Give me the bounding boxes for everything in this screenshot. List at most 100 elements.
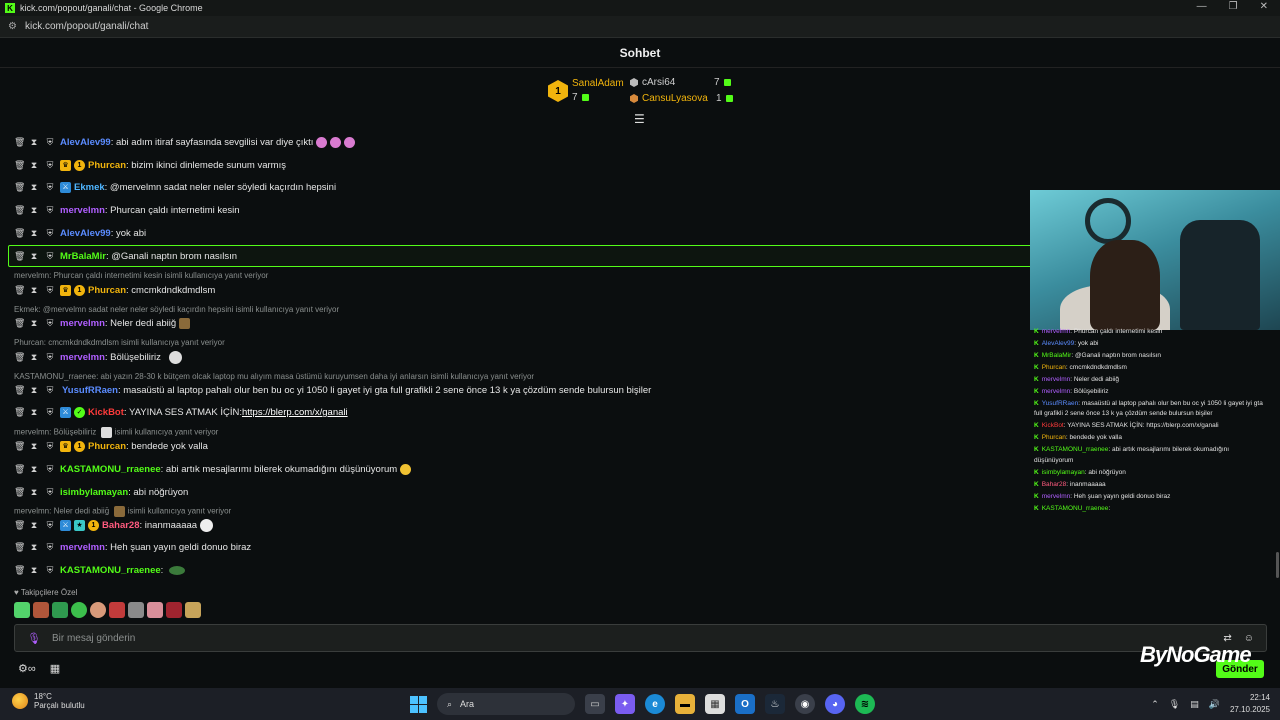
emote-icon[interactable] <box>52 602 68 618</box>
chat-message[interactable]: 🗑 ⧗ ⛨ ♛ 1 Phurcan : cmcmkdndkdmdlsm <box>14 285 215 296</box>
reply-context[interactable]: Ekmek: @mervelmn sadat neler neler söyle… <box>14 305 339 314</box>
task-view-icon[interactable]: ▭ <box>585 694 605 714</box>
weather-widget[interactable]: 18°C Parçalı bulutlu <box>12 692 85 710</box>
username[interactable]: Phurcan <box>88 441 126 452</box>
leader-second-name[interactable]: cArsi64 <box>642 77 675 88</box>
username[interactable]: AlevAlev99 <box>60 228 111 239</box>
emote-icon[interactable] <box>109 602 125 618</box>
chat-message-bot[interactable]: 🗑 ⧗ ⛨ ⚔ ✓ KickBot : YAYINA SES ATMAK İÇİN: … <box>14 407 348 418</box>
minimize-button[interactable]: — <box>1197 1 1207 12</box>
volume-icon[interactable]: 🔊 <box>1209 699 1220 710</box>
spotify-icon[interactable]: ≋ <box>855 694 875 714</box>
reply-context[interactable]: mervelmn: Bölüşebiliriz isimli kullanıcı… <box>14 427 218 438</box>
emote-icon[interactable] <box>147 602 163 618</box>
leader-first[interactable]: SanalAdam <box>572 78 624 89</box>
chat-message-highlighted[interactable]: 🗑 ⧗ ⛨ MrBalaMir : @Ganali naptın brom nası… <box>14 251 237 262</box>
outlook-icon[interactable]: O <box>735 694 755 714</box>
chat-message[interactable]: 🗑 ⧗ ⛨ YusufRRaen : masaüstü al laptop paha… <box>14 385 651 396</box>
mod-tools: 🗑 ⧗ ⛨ <box>14 520 54 531</box>
leader-third-name[interactable]: CansuLyasova <box>642 93 708 104</box>
username[interactable]: KASTAMONU_rraenee <box>60 565 161 576</box>
username[interactable]: KASTAMONU_rraenee <box>60 464 161 475</box>
username[interactable]: mervelmn <box>60 318 105 329</box>
username[interactable]: KickBot <box>88 407 124 418</box>
chat-scrollbar[interactable] <box>1276 552 1279 578</box>
leader-first-name[interactable]: SanalAdam <box>572 78 624 89</box>
url-text[interactable]: kick.com/popout/ganali/chat <box>25 21 148 32</box>
chat-message[interactable]: 🗑 ⧗ ⛨ mervelmn : Bölüşebiliriz <box>14 351 182 364</box>
emote-icon[interactable] <box>166 602 182 618</box>
leader-third[interactable]: CansuLyasova <box>630 93 708 104</box>
chat-message[interactable]: 🗑 ⧗ ⛨ AlevAlev99 : abi adım itiraf sayfası… <box>14 137 356 148</box>
username[interactable]: MrBalaMir <box>60 251 106 262</box>
chat-message[interactable]: 🗑 ⧗ ⛨ ⚔ Ekmek : @mervelmn sadat neler nele… <box>14 182 336 193</box>
collapse-leaderboard-icon[interactable]: ☰ <box>634 112 645 126</box>
steam-icon[interactable]: ♨ <box>765 694 785 714</box>
microphone-icon[interactable]: 🎙 <box>27 632 41 645</box>
emote-icon[interactable] <box>128 602 144 618</box>
delete-icon: 🗑 <box>14 407 26 417</box>
address-bar[interactable]: ⚙ kick.com/popout/ganali/chat <box>0 16 1280 38</box>
sword-badge-icon: ⚔ <box>60 182 71 193</box>
store-icon[interactable]: ▦ <box>705 694 725 714</box>
chat-input[interactable]: 🎙 Bir mesaj gönderin ⇄ ☺ <box>14 624 1267 652</box>
chat-message[interactable]: 🗑 ⧗ ⛨ mervelmn : Phurcan çaldı internetimi… <box>14 205 240 216</box>
chrome-icon[interactable]: ◉ <box>795 694 815 714</box>
username[interactable]: Bahar28 <box>102 520 140 531</box>
message-link[interactable]: https://blerp.com/x/ganali <box>242 407 348 418</box>
window-title: kick.com/popout/ganali/chat - Google Chr… <box>20 3 203 13</box>
discord-icon[interactable]: ◕ <box>825 694 845 714</box>
leader-second[interactable]: cArsi64 <box>630 77 675 88</box>
kick-logo-icon: K <box>5 3 15 13</box>
points-icon[interactable]: ⚙∞ <box>18 662 36 675</box>
chat-input-placeholder[interactable]: Bir mesaj gönderin <box>52 633 135 644</box>
chat-message[interactable]: 🗑 ⧗ ⛨ AlevAlev99 : yok abi <box>14 228 146 239</box>
reply-context[interactable]: KASTAMONU_rraenee: abi yazın 28-30 k büt… <box>14 372 534 381</box>
emote-icon[interactable] <box>14 602 30 618</box>
emote-icon[interactable] <box>71 602 87 618</box>
ban-icon: ⛨ <box>46 565 54 575</box>
emote-icon[interactable] <box>90 602 106 618</box>
username[interactable]: mervelmn <box>60 352 105 363</box>
edge-icon[interactable]: e <box>645 694 665 714</box>
reply-context[interactable]: Phurcan: cmcmkdndkdmdlsm isimli kullanıc… <box>14 338 225 347</box>
chat-message[interactable]: 🗑 ⧗ ⛨ KASTAMONU_rraenee : abi artık mesajl… <box>14 464 412 475</box>
store-icon[interactable]: ▦ <box>50 662 60 675</box>
reply-context[interactable]: mervelmn: Neler dedi abiiğ isimli kullan… <box>14 506 231 517</box>
close-button[interactable]: ✕ <box>1260 1 1268 12</box>
chat-message[interactable]: 🗑 ⧗ ⛨ ♛ 1 Phurcan : bizim ikinci dinlemede … <box>14 160 286 171</box>
username[interactable]: YusufRRaen <box>62 385 118 396</box>
username[interactable]: mervelmn <box>60 205 105 216</box>
timeout-icon: ⧗ <box>30 407 38 417</box>
chat-message[interactable]: 🗑 ⧗ ⛨ mervelmn : Neler dedi abiiğ <box>14 318 191 329</box>
maximize-button[interactable]: ❐ <box>1229 1 1238 12</box>
copilot-icon[interactable]: ✦ <box>615 694 635 714</box>
reply-context[interactable]: mervelmn: Phurcan çaldı internetimi kesi… <box>14 271 268 280</box>
message-text: : @mervelmn sadat neler neler söyledi ka… <box>104 182 337 193</box>
username[interactable]: Phurcan <box>88 160 126 171</box>
chat-message[interactable]: 🗑 ⧗ ⛨ mervelmn : Heh şuan yayın geldi donu… <box>14 542 251 553</box>
mic-tray-icon[interactable]: 🎙 <box>1169 699 1180 710</box>
chat-message[interactable]: 🗑 ⧗ ⛨ ♛ 1 Phurcan : bendede yok valla <box>14 441 208 452</box>
chat-message[interactable]: 🗑 ⧗ ⛨ KASTAMONU_rraenee : <box>14 565 186 576</box>
username[interactable]: Ekmek <box>74 182 105 193</box>
emote-icon[interactable] <box>33 602 49 618</box>
message-text: : inanmaaaaa <box>139 520 198 531</box>
start-button-icon[interactable] <box>410 695 427 713</box>
taskbar-search[interactable]: ⌕ Ara <box>437 693 575 715</box>
leader-third-count: 1 <box>716 93 733 104</box>
chat-message[interactable]: 🗑 ⧗ ⛨ isimbylamayan : abi nöğrüyon <box>14 487 188 498</box>
site-settings-icon[interactable]: ⚙ <box>8 21 18 32</box>
clock[interactable]: 22:14 27.10.2025 <box>1230 692 1270 716</box>
chat-message[interactable]: 🗑 ⧗ ⛨ ⚔ ★ 1 Bahar28 : inanmaaaaa <box>14 519 214 532</box>
tray-chevron-icon[interactable]: ⌃ <box>1151 699 1159 710</box>
emote-icon <box>400 464 412 475</box>
username[interactable]: mervelmn <box>60 542 105 553</box>
network-icon[interactable]: ▤ <box>1190 699 1199 710</box>
username[interactable]: Phurcan <box>88 285 126 296</box>
ban-icon: ⛨ <box>46 318 54 328</box>
emote-icon[interactable] <box>185 602 201 618</box>
username[interactable]: AlevAlev99 <box>60 137 111 148</box>
file-explorer-icon[interactable]: ▬ <box>675 694 695 714</box>
username[interactable]: isimbylamayan <box>60 487 128 498</box>
